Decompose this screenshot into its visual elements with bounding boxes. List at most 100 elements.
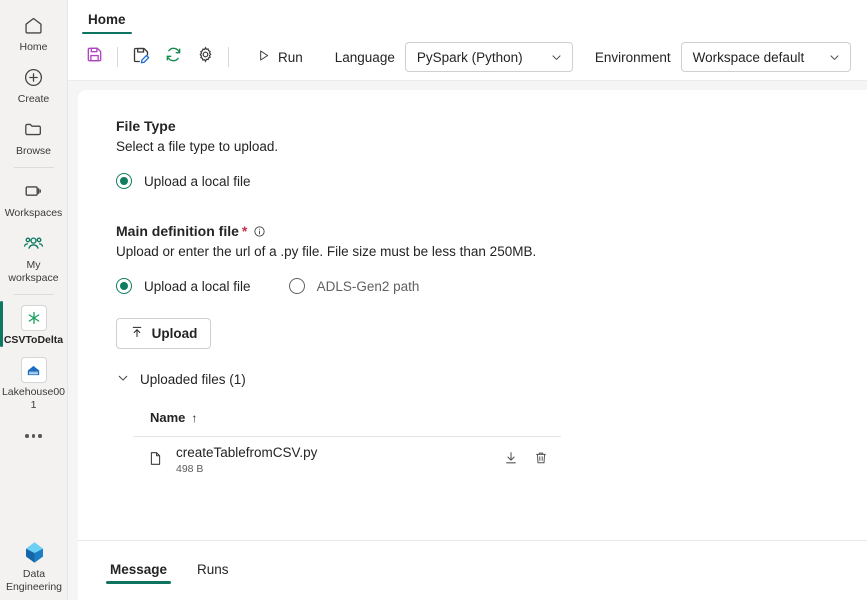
- environment-dropdown[interactable]: Workspace default: [680, 42, 851, 72]
- sidebar-item-browse[interactable]: Browse: [0, 110, 68, 162]
- uploaded-files-table: Name ↑ createTablefromCSV.py 498 B: [133, 410, 561, 484]
- language-value: PySpark (Python): [416, 49, 523, 65]
- dot: [31, 434, 36, 438]
- bottom-tabstrip: Message Runs: [78, 540, 867, 600]
- sidebar-item-lakehouse001[interactable]: Lakehouse001: [0, 351, 68, 416]
- file-info: createTablefromCSV.py 498 B: [176, 445, 491, 476]
- sidebar-item-label: CSVToDelta: [3, 334, 64, 346]
- sidebar-item-label: Browse: [15, 145, 51, 157]
- workspaces-icon: [20, 178, 48, 204]
- environment-label: Environment: [594, 49, 671, 65]
- required-asterisk: *: [241, 223, 248, 239]
- main-definition-radio-adls-path[interactable]: ADLS-Gen2 path: [288, 278, 420, 294]
- download-icon: [503, 450, 519, 471]
- tab-label: Runs: [197, 561, 229, 577]
- sidebar-item-home[interactable]: Home: [0, 6, 68, 58]
- radio-label: Upload a local file: [144, 173, 251, 189]
- play-icon: [256, 48, 271, 66]
- refresh-button[interactable]: [157, 41, 189, 73]
- environment-value: Workspace default: [692, 49, 805, 65]
- file-type-radio-group: Upload a local file: [116, 173, 867, 189]
- delete-button[interactable]: [533, 450, 549, 471]
- file-size: 498 B: [176, 463, 204, 475]
- settings-card-body: File Type Select a file type to upload. …: [78, 90, 867, 484]
- chevron-down-icon: [116, 371, 130, 388]
- save-button[interactable]: [78, 41, 110, 73]
- chevron-down-icon: [828, 51, 841, 64]
- sidebar-item-create[interactable]: Create: [0, 58, 68, 110]
- tab-runs[interactable]: Runs: [187, 556, 239, 586]
- file-name: createTablefromCSV.py: [176, 445, 318, 460]
- sidebar-item-label: Home: [19, 41, 48, 53]
- command-toolbar: Run Language PySpark (Python) Environmen…: [68, 34, 867, 81]
- upload-button[interactable]: Upload: [116, 318, 211, 349]
- sidebar-item-workspaces[interactable]: Workspaces: [0, 172, 68, 224]
- sidebar-more-options-button[interactable]: [0, 426, 68, 446]
- spark-job-icon: [20, 305, 47, 331]
- language-label: Language: [334, 49, 395, 65]
- tab-label: Message: [110, 561, 168, 577]
- uploaded-files-label: Uploaded files (1): [140, 372, 246, 387]
- sidebar-divider: [13, 294, 54, 295]
- dot: [25, 434, 29, 438]
- file-type-heading: File Type: [116, 118, 867, 134]
- sidebar-item-label: Workspaces: [4, 207, 63, 219]
- upload-arrow-icon: [130, 325, 144, 342]
- toolbar-divider: [228, 47, 229, 67]
- settings-button[interactable]: [189, 41, 221, 73]
- lakehouse-icon: [20, 357, 47, 383]
- people-icon: [20, 230, 48, 256]
- sort-ascending-icon: ↑: [191, 410, 198, 425]
- file-type-radio-upload-local[interactable]: Upload a local file: [116, 173, 251, 189]
- sidebar-footer-label: Data Engineering: [5, 568, 63, 593]
- toolbar-divider: [117, 47, 118, 67]
- settings-card: File Type Select a file type to upload. …: [78, 90, 867, 540]
- uploaded-files-toggle[interactable]: Uploaded files (1): [116, 371, 246, 388]
- ribbon-tab-home[interactable]: Home: [82, 12, 132, 34]
- column-header-label: Name: [150, 410, 186, 425]
- main-definition-title: Main definition file: [116, 223, 239, 239]
- app-root: Home Create Browse Workspaces My workspa…: [0, 0, 867, 600]
- left-nav-sidebar: Home Create Browse Workspaces My workspa…: [0, 0, 68, 600]
- row-action-group: [503, 450, 561, 471]
- info-icon[interactable]: [253, 225, 266, 238]
- download-button[interactable]: [503, 450, 519, 471]
- main-definition-radio-group: Upload a local file ADLS-Gen2 path: [116, 278, 867, 294]
- save-as-button[interactable]: [125, 41, 157, 73]
- run-label: Run: [278, 49, 303, 65]
- radio-selected-icon: [116, 278, 132, 294]
- sidebar-item-label: Create: [17, 93, 50, 105]
- ribbon-tabstrip: Home: [68, 0, 867, 34]
- sidebar-item-label: My workspace: [8, 259, 59, 284]
- sidebar-experience-switcher[interactable]: Data Engineering: [0, 539, 68, 594]
- radio-unselected-icon: [288, 278, 305, 294]
- language-dropdown[interactable]: PySpark (Python): [404, 42, 573, 72]
- main-definition-heading: Main definition file *: [116, 223, 867, 239]
- column-header-name[interactable]: Name ↑: [133, 410, 197, 436]
- refresh-icon: [164, 45, 183, 69]
- file-type-description: Select a file type to upload.: [116, 139, 279, 154]
- save-as-edit-icon: [131, 45, 151, 70]
- plus-circle-icon: [20, 64, 48, 90]
- tab-message[interactable]: Message: [100, 556, 177, 586]
- trash-icon: [533, 450, 549, 471]
- radio-selected-icon: [116, 173, 132, 189]
- radio-label: ADLS-Gen2 path: [316, 278, 420, 294]
- main-definition-radio-upload-local[interactable]: Upload a local file: [116, 278, 251, 294]
- sidebar-item-csvtodelta[interactable]: CSVToDelta: [0, 299, 68, 351]
- upload-button-label: Upload: [151, 326, 198, 341]
- radio-label: Upload a local file: [144, 278, 251, 294]
- save-icon: [85, 45, 104, 69]
- data-engineering-icon: [20, 539, 48, 565]
- run-button[interactable]: Run: [246, 43, 313, 71]
- sidebar-item-my-workspace[interactable]: My workspace: [0, 224, 68, 289]
- file-type-title: File Type: [116, 118, 176, 134]
- dot: [38, 434, 42, 438]
- home-icon: [20, 12, 48, 38]
- ribbon-tab-label: Home: [88, 12, 126, 27]
- table-row[interactable]: createTablefromCSV.py 498 B: [133, 436, 561, 484]
- chevron-down-icon: [550, 51, 563, 64]
- document-icon: [147, 450, 164, 472]
- folder-icon: [20, 116, 48, 142]
- main-definition-description: Upload or enter the url of a .py file. F…: [116, 244, 537, 259]
